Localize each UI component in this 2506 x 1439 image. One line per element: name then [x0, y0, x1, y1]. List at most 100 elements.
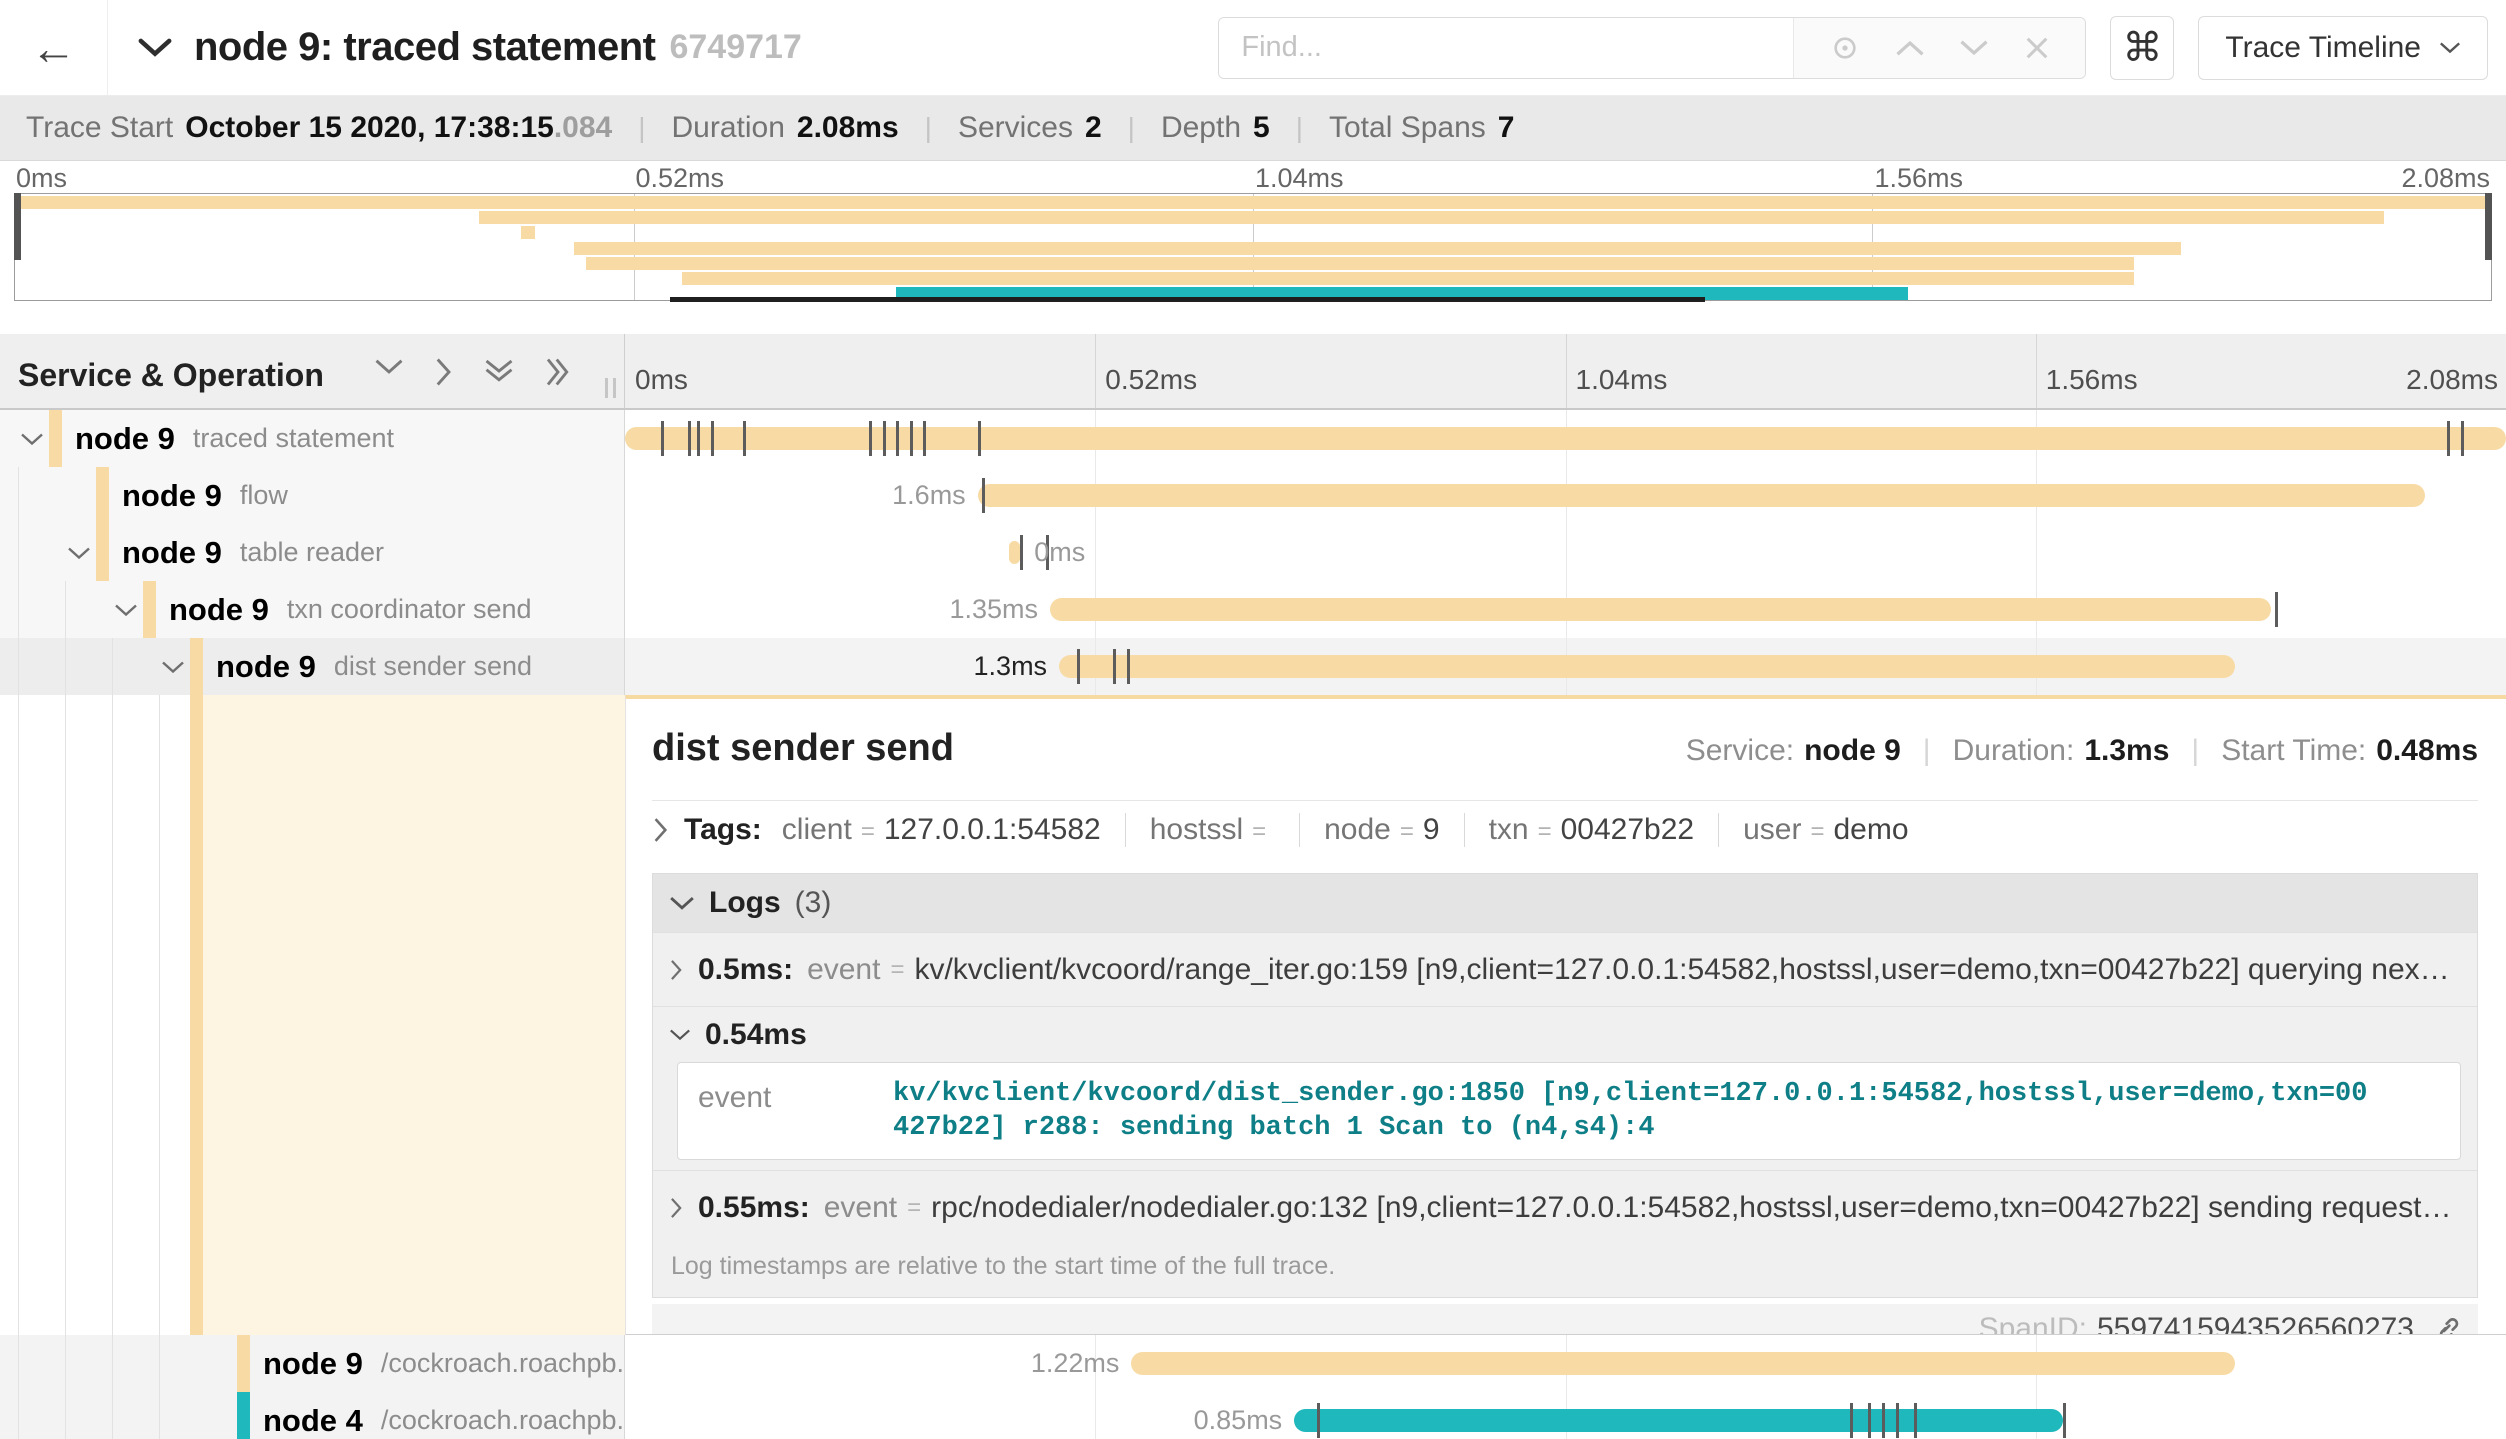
minimap-right-handle[interactable] — [2485, 193, 2492, 260]
tree-guide-line — [159, 695, 160, 1335]
collapse-all-icon[interactable] — [484, 357, 514, 392]
span-name-cell[interactable]: node 9 flow — [0, 467, 625, 524]
span-operation-name: table reader — [240, 537, 384, 568]
span-row[interactable]: node 4/cockroach.roachpb.I…0.85ms — [0, 1392, 2506, 1439]
log-event-tick — [2063, 1403, 2066, 1438]
minimap-left-handle[interactable] — [14, 193, 21, 260]
log-event-tick — [1077, 649, 1080, 684]
span-expander-icon[interactable] — [20, 432, 44, 447]
span-row[interactable]: node 9txn coordinator send 1.35ms — [0, 581, 2506, 638]
span-operation-name: dist sender send — [334, 651, 532, 682]
span-row[interactable]: node 9 flow 1.6ms — [0, 467, 2506, 524]
span-timeline-cell[interactable]: 1.22ms — [625, 1335, 2506, 1392]
tree-guide-line — [18, 1392, 19, 1439]
span-expander-icon[interactable] — [67, 546, 91, 561]
span-timeline-cell[interactable]: 1.6ms — [625, 467, 2506, 524]
tag-item[interactable]: client=127.0.0.1:54582 — [782, 813, 1101, 847]
expand-all-icon[interactable] — [544, 357, 572, 392]
minimap-axis-label: 0.52ms — [636, 163, 725, 194]
trace-view-selector[interactable]: Trace Timeline — [2198, 16, 2488, 80]
axis-tick-label: 1.04ms — [1576, 364, 1668, 396]
span-link-icon[interactable] — [2430, 1313, 2462, 1335]
back-button[interactable]: ← — [0, 0, 108, 96]
span-expander-icon[interactable] — [161, 660, 185, 675]
logs-footnote: Log timestamps are relative to the start… — [653, 1244, 2477, 1297]
span-name-cell[interactable]: node 9dist sender send — [0, 638, 625, 695]
title-chevron-down-icon[interactable] — [138, 37, 172, 59]
span-name-cell[interactable]: node 9traced statement — [0, 410, 625, 467]
page-title: node 9: traced statement — [194, 25, 655, 70]
minimap-viewport-indicator[interactable] — [670, 297, 1706, 302]
span-timeline-cell[interactable]: 0.85ms — [625, 1392, 2506, 1439]
span-duration-bar[interactable] — [1059, 655, 2235, 678]
span-duration-bar[interactable] — [1009, 541, 1020, 564]
separator — [1299, 813, 1300, 847]
span-timeline-cell[interactable]: 1.35ms — [625, 581, 2506, 638]
tree-guide-line — [65, 581, 66, 638]
span-color-bar — [237, 1392, 250, 1439]
separator: | — [2191, 734, 2199, 768]
span-duration-bar[interactable] — [1294, 1409, 2063, 1432]
axis-tick-label: 0ms — [635, 364, 688, 396]
log-field-value: rpc/nodedialer/nodedialer.go:132 [n9,cli… — [931, 1191, 2477, 1225]
tree-guide-line — [18, 524, 19, 581]
collapse-one-icon[interactable] — [374, 357, 404, 392]
tag-item[interactable]: node=9 — [1324, 813, 1439, 847]
logs-section: Logs (3) 0.5ms:event=kv/kvclient/kvcoord… — [652, 873, 2478, 1298]
minimap-axis-label: 0ms — [16, 163, 67, 194]
find-next-icon[interactable] — [1959, 38, 1989, 58]
span-name-cell[interactable]: node 9/cockroach.roachpb.I… — [0, 1335, 625, 1392]
log-entry-collapsed[interactable]: 0.5ms:event=kv/kvclient/kvcoord/range_it… — [653, 932, 2477, 1006]
span-expander-icon[interactable] — [114, 603, 138, 618]
span-duration-bar[interactable] — [978, 484, 2425, 507]
locate-icon[interactable] — [1829, 32, 1861, 64]
span-name: node 9txn coordinator send — [169, 581, 532, 638]
find-prev-icon[interactable] — [1895, 38, 1925, 58]
tag-item[interactable]: txn=00427b22 — [1489, 813, 1695, 847]
separator: | — [1128, 112, 1135, 144]
find-clear-icon[interactable] — [2023, 34, 2051, 62]
span-color-bar — [49, 410, 62, 467]
tag-item[interactable]: hostssl= — [1150, 813, 1275, 847]
summary-value-suffix: .084 — [554, 111, 612, 145]
log-entry-collapsed[interactable]: 0.55ms:event=rpc/nodedialer/nodedialer.g… — [653, 1170, 2477, 1244]
title-block: node 9: traced statement 6749717 — [138, 25, 802, 70]
command-icon: ⌘ — [2122, 25, 2162, 71]
tag-item[interactable]: user=demo — [1743, 813, 1908, 847]
selected-span-tint — [203, 695, 625, 1335]
span-duration-bar[interactable] — [625, 427, 2506, 450]
span-duration-bar[interactable] — [1050, 598, 2271, 621]
tree-controls — [374, 357, 572, 392]
log-event-tick — [1914, 1403, 1917, 1438]
tags-row[interactable]: Tags: client=127.0.0.1:54582hostssl=node… — [652, 801, 2478, 859]
logs-header[interactable]: Logs (3) — [653, 874, 2477, 932]
expand-one-icon[interactable] — [434, 357, 454, 392]
span-timeline-cell[interactable]: 0ms — [625, 524, 2506, 581]
span-row[interactable]: node 9traced statement — [0, 410, 2506, 467]
detail-meta-label: Duration: — [1953, 734, 2075, 768]
span-rows-bottom: node 9/cockroach.roachpb.I…1.22msnode 4/… — [0, 1335, 2506, 1439]
span-name-cell[interactable]: node 9table reader — [0, 524, 625, 581]
span-row[interactable]: node 9/cockroach.roachpb.I…1.22ms — [0, 1335, 2506, 1392]
span-timeline-cell[interactable]: 1.3ms — [625, 638, 2506, 695]
span-service-name: node 9 — [122, 478, 222, 514]
column-resize-handle[interactable] — [605, 378, 616, 398]
span-operation-name: flow — [240, 480, 288, 511]
span-name-cell[interactable]: node 9txn coordinator send — [0, 581, 625, 638]
span-row[interactable]: node 9table reader0ms — [0, 524, 2506, 581]
span-row[interactable]: node 9dist sender send1.3ms — [0, 638, 2506, 695]
log-entry-expanded-header[interactable]: 0.54ms — [653, 1006, 2477, 1062]
log-event-tick — [923, 421, 926, 456]
find-input[interactable] — [1219, 18, 1793, 78]
span-detail-panel: dist sender send Service:node 9|Duration… — [625, 695, 2506, 1335]
tag-value: demo — [1833, 813, 1908, 847]
minimap-canvas[interactable] — [14, 193, 2492, 301]
keyboard-shortcuts-button[interactable]: ⌘ — [2110, 16, 2174, 80]
tree-guide-line — [18, 581, 19, 638]
span-timeline-cell[interactable] — [625, 410, 2506, 467]
log-field-key: event — [678, 1077, 893, 1145]
log-event-tick — [743, 421, 746, 456]
separator: | — [1923, 734, 1931, 768]
span-name-cell[interactable]: node 4/cockroach.roachpb.I… — [0, 1392, 625, 1439]
span-duration-bar[interactable] — [1131, 1352, 2234, 1375]
